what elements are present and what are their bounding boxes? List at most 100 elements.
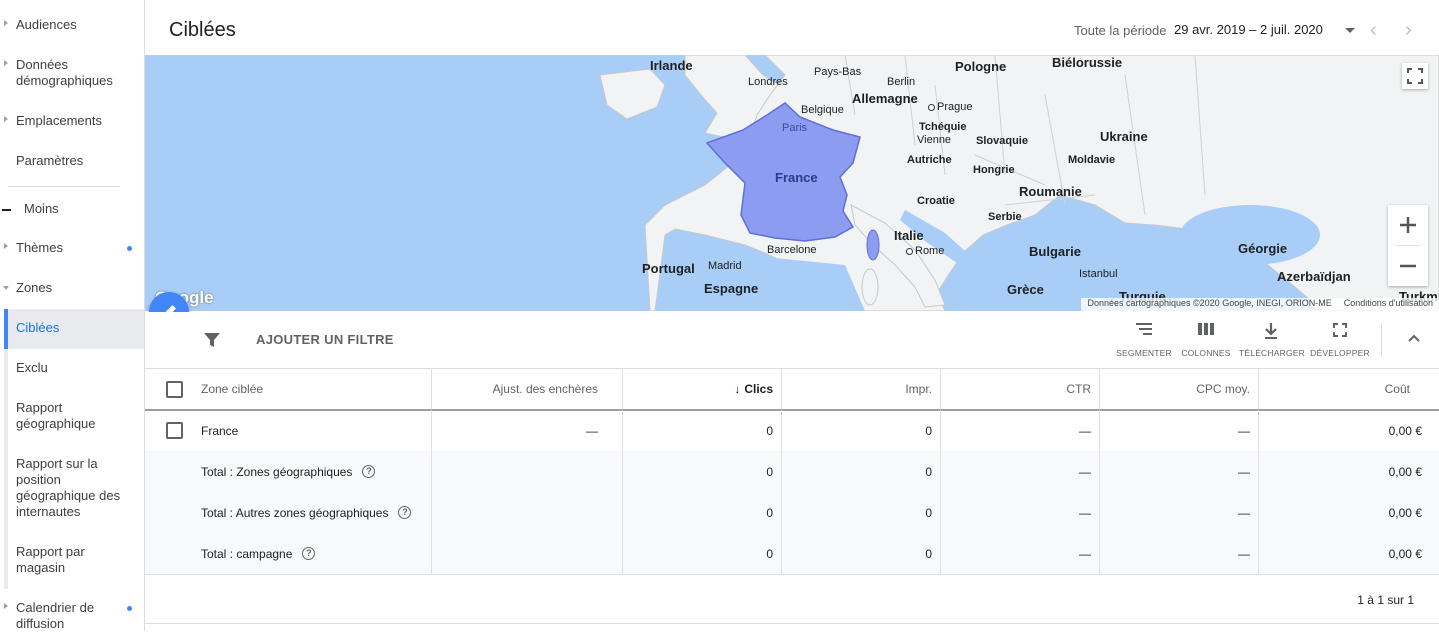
nav-label: Rapport sur la position géographique des… [16,456,121,519]
fullscreen-button[interactable] [1402,63,1428,89]
cell-bid-adjust[interactable]: — [431,410,598,451]
map-label-azerbaijan: Azerbaïdjan [1277,269,1351,284]
expand-icon [1308,322,1372,342]
cell-ctr: — [1079,505,1091,520]
column-divider [431,451,432,492]
nav-label: Moins [24,201,59,216]
nav-label: Emplacements [16,113,102,128]
fullscreen-icon [1407,68,1423,84]
cell-impressions: 0 [925,505,932,520]
cell-impressions: 0 [925,423,932,438]
map-label-portugal: Portugal [642,261,695,276]
nav-label: Paramètres [16,153,84,168]
header-zone[interactable]: Zone ciblée [201,369,263,409]
caret-right-icon [4,603,8,609]
header-cost[interactable]: Coût [1258,369,1410,409]
cell-zone[interactable]: France [201,410,238,451]
table-total-row: Total : Zones géographiques? 0 0 — — 0,0… [145,451,1439,493]
notification-dot [127,606,132,611]
cell-zone: Total : campagne? [201,533,316,574]
header-impressions[interactable]: Impr. [781,369,932,409]
sort-arrow-down-icon: ↓ [734,382,741,396]
map-label-croatia: Croatie [917,195,955,207]
download-icon [1239,322,1303,342]
help-icon[interactable]: ? [362,465,376,478]
header-avg-cpc[interactable]: CPC moy. [1099,369,1250,409]
columns-label: COLONNES [1181,348,1231,358]
segment-icon [1112,322,1176,342]
header-clicks[interactable]: ↓ Clics [622,369,773,409]
nav-label: Rapport géographique [16,400,96,431]
dropdown-arrow-icon[interactable] [1345,28,1355,33]
segment-button[interactable]: SEGMENTER [1112,322,1176,358]
header-bid-adjust[interactable]: Ajust. des enchères [431,369,598,409]
pagination-info: 1 à 1 sur 1 [1357,593,1414,607]
help-icon[interactable]: ? [398,506,412,519]
caret-right-icon [4,20,8,26]
map-label-spain: Espagne [704,281,759,296]
map-label-poland: Pologne [955,59,1007,74]
help-icon[interactable]: ? [302,547,316,560]
map-label-istanbul: Istanbul [1079,268,1118,280]
zoom-out-button[interactable] [1388,246,1428,286]
map-label-ukraine: Ukraine [1100,129,1148,144]
cell-avg-cpc: — [1238,464,1250,479]
nav-label: Thèmes [16,240,63,255]
cell-cost: 0,00 € [1388,423,1422,438]
select-all-checkbox[interactable] [166,381,183,398]
download-button[interactable]: TÉLÉCHARGER [1239,322,1305,358]
nav-label: Zones [16,280,53,295]
filter-toolbar: AJOUTER UN FILTRE SEGMENTER COLONNES TÉL… [145,312,1439,369]
cell-ctr: — [1079,423,1091,438]
nav-label: Rapport par magasin [16,544,85,575]
header-clicks-label: Clics [744,382,773,396]
map-label-berlin: Berlin [887,76,916,88]
chevron-up-icon[interactable] [1407,333,1421,343]
total-label: Total : Autres zones géographiques [201,505,389,520]
add-filter-button[interactable]: AJOUTER UN FILTRE [256,332,394,347]
header-ctr[interactable]: CTR [940,369,1091,409]
cell-clicks: 0 [766,464,773,479]
caret-right-icon [4,60,8,66]
map-label-bulgaria: Bulgarie [1029,244,1082,259]
filter-icon[interactable] [203,331,221,349]
cell-clicks: 0 [766,546,773,561]
map-label-ireland: Irlande [650,58,693,73]
cell-impressions: 0 [925,546,932,561]
total-label: Total : campagne [201,546,293,561]
table-row: France — 0 0 — — 0,00 € [145,410,1439,452]
chevron-left-icon[interactable]: ‹ [1370,19,1377,42]
map-terms-link[interactable]: Conditions d'utilisation [1338,298,1439,308]
row-checkbox[interactable] [166,422,183,439]
map-label-vienna: Vienne [917,134,952,146]
active-indicator [4,309,8,349]
cell-avg-cpc: — [1238,546,1250,561]
expand-button[interactable]: DÉVELOPPER [1308,322,1372,358]
nav-label: Exclu [16,360,48,375]
columns-button[interactable]: COLONNES [1174,322,1238,358]
cell-cost: 0,00 € [1388,546,1422,561]
zoom-in-button[interactable] [1388,205,1428,245]
map-label-czechia: Tchéquie [919,121,967,133]
date-range-selector[interactable]: 29 avr. 2019 – 2 juil. 2020 [1174,22,1323,37]
nav-label: Ciblées [16,320,60,335]
nav-label: Calendrier de diffusion [16,600,95,631]
map-label-belarus: Biélorussie [1052,55,1123,70]
nav-divider [8,186,120,187]
chevron-right-icon[interactable]: › [1405,19,1412,42]
map-label-france: France [775,170,818,185]
map-label-romania: Roumanie [1019,184,1082,199]
table-header-row: Zone ciblée Ajust. des enchères ↓ Clics I… [145,369,1439,411]
map-label-georgia: Géorgie [1238,241,1288,256]
map-label-paris: Paris [782,122,808,134]
table-footer: 1 à 1 sur 1 [145,575,1439,624]
map-label-belgium: Belgique [801,104,844,116]
columns-icon [1174,322,1238,342]
map-label-italy: Italie [894,228,924,243]
zoom-controls [1388,205,1428,286]
map-label-madrid: Madrid [708,260,742,272]
segment-label: SEGMENTER [1116,348,1172,358]
map[interactable]: Irlande Londres Pays-Bas Berlin Pologne … [145,55,1439,311]
map-label-prague: Prague [928,101,972,113]
caret-down-icon [3,286,9,290]
